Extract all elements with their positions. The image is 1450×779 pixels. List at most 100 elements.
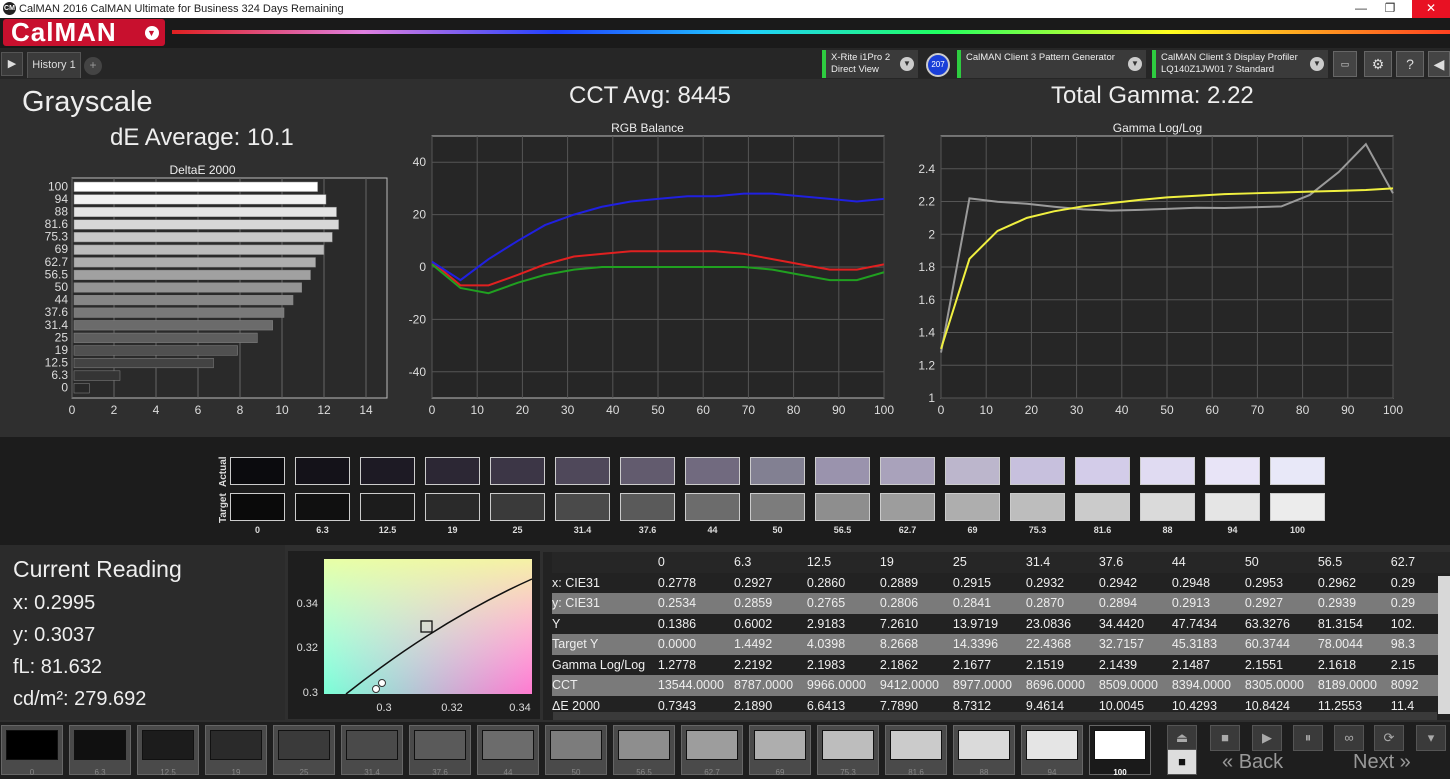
actual-swatch [295,457,350,485]
patch-button[interactable]: 37.6 [409,725,471,777]
patch-color [686,730,738,760]
patch-label: 75.3 [840,768,856,777]
patch-color [958,730,1010,760]
reading-point [378,679,386,687]
swatch-label: 6.3 [316,525,329,535]
table-cell: 8696.0000 [1025,675,1099,696]
table-header-cell: 25 [952,552,1026,573]
current-reading-heading: Current Reading [13,556,182,582]
current-reading-panel: Current Reading x: 0.2995 y: 0.3037 fL: … [0,545,285,720]
patch-label: 19 [231,768,241,777]
y-tick-label: 1 [928,391,935,405]
patch-button[interactable]: 81.6 [885,725,947,777]
x-tick-label: 80 [1296,403,1310,417]
x-tick-label: 0 [938,403,945,417]
y-tick-label: 2.2 [918,195,935,209]
reading-cdm2: cd/m²: 279.692 [13,688,147,710]
target-swatch [685,493,740,521]
table-cell: 0.2859 [733,593,807,614]
table-cell: 13.9719 [952,616,999,631]
next-button[interactable]: Next » [1353,749,1411,776]
patch-button[interactable]: 88 [953,725,1015,777]
table-cell: 2.1487 [1171,657,1211,672]
patch-button[interactable]: 100 [1089,725,1151,777]
table-cell: 0.2765 [806,593,880,614]
chevron-down-icon[interactable]: ▾ [1416,725,1446,751]
table-row: x: CIE31 0.2778 0.2927 0.2860 0.2889 0.2915 0.… [552,573,1450,594]
patch-color [1094,730,1146,760]
table-cell: 63.3276 [1244,616,1291,631]
actual-row-label: Actual [218,456,229,487]
table-cell: 0.2953 [1244,575,1284,590]
table-header-cell: 0 [657,552,734,573]
actual-swatch [620,457,675,485]
next-label: Next [1353,751,1395,773]
horizontal-scrollbar[interactable] [553,712,1437,720]
target-swatch [360,493,415,521]
patch-button[interactable]: 0 [1,725,63,777]
swatch-label: 69 [967,525,978,535]
table-cell: 0.2894 [1098,593,1172,614]
stop-icon[interactable]: ■ [1210,725,1240,751]
patch-label: 81.6 [908,768,924,777]
patch-button[interactable]: 12.5 [137,725,199,777]
vertical-scrollbar[interactable] [1438,576,1450,714]
back-arrow-icon[interactable]: ◀ [1428,51,1450,77]
x-tick-label: 30 [1070,403,1084,417]
table-cell: 9966.0000 [806,675,880,696]
eject-icon[interactable]: ⏏ [1167,725,1197,751]
patch-button[interactable]: 69 [749,725,811,777]
patch-color [618,730,670,760]
patch-button[interactable]: 56.5 [613,725,675,777]
patch-button[interactable]: 31.4 [341,725,403,777]
swatch-label: 94 [1227,525,1238,535]
patch-button[interactable]: 44 [477,725,539,777]
table-cell: 0.2927 [733,575,773,590]
swatch-label: 12.5 [378,525,397,535]
refresh-icon[interactable]: ⟳ [1374,725,1404,751]
table-cell: 0.2913 [1171,593,1245,614]
actual-swatch [490,457,545,485]
table-cell: 8394.0000 [1171,675,1245,696]
cie-ytick: 0.3 [303,687,318,699]
table-cell: 32.7157 [1098,634,1172,655]
table-cell: 2.1618 [1317,657,1357,672]
table-cell: 2.1677 [952,657,992,672]
play-icon[interactable]: ▶ [1252,725,1282,751]
patch-label: 25 [299,768,309,777]
actual-swatch [1270,457,1325,485]
patch-button[interactable]: 75.3 [817,725,879,777]
actual-swatch [230,457,285,485]
target-row-label: Target [218,493,229,523]
patch-color [278,730,330,760]
patch-button[interactable]: 50 [545,725,607,777]
target-swatch [945,493,1000,521]
table-cell: 1.2778 [657,657,697,672]
patch-label: 12.5 [160,768,176,777]
patch-color [346,730,398,760]
cie-xtick: 0.32 [441,702,462,714]
target-swatch [750,493,805,521]
loop-icon[interactable]: ∞ [1334,725,1364,751]
patch-button[interactable]: 62.7 [681,725,743,777]
hold-icon[interactable]: ⏸ [1293,725,1323,751]
table-cell: 23.0836 [1025,616,1072,631]
patch-button[interactable]: 94 [1021,725,1083,777]
patch-color [1026,730,1078,760]
target-swatch [425,493,480,521]
table-cell: 0.2870 [1025,593,1099,614]
table-cell: 0.0000 [657,634,734,655]
x-tick-label: 50 [1160,403,1174,417]
swatch-label: 31.4 [573,525,592,535]
back-button[interactable]: « Back [1222,749,1283,776]
patch-button[interactable]: 19 [205,725,267,777]
y-tick-label: 2 [928,227,935,241]
stop-icon[interactable]: ■ [1167,749,1197,775]
patch-button[interactable]: 6.3 [69,725,131,777]
table-header-cell: 12.5 [806,552,880,573]
table-row: Gamma Log/Log 1.2778 2.2192 2.1983 2.1862 2.1… [552,655,1450,676]
table-cell: 0.2915 [952,575,992,590]
patch-button[interactable]: 25 [273,725,335,777]
table-cell: 8.2668 [879,634,953,655]
x-tick-label: 100 [1383,403,1403,417]
